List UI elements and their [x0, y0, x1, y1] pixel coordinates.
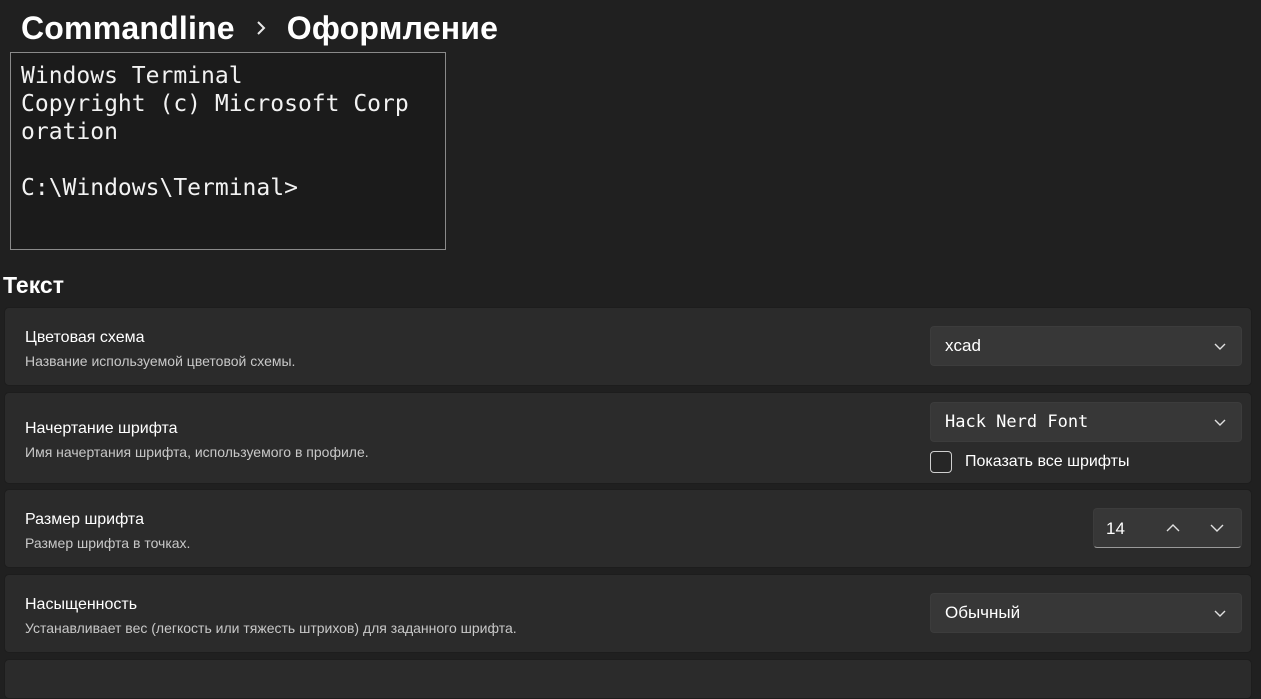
breadcrumb-current: Оформление: [286, 9, 499, 46]
chevron-down-icon[interactable]: [1209, 521, 1225, 535]
breadcrumb: Commandline Оформление: [21, 6, 498, 50]
color-scheme-dropdown[interactable]: xcad: [930, 326, 1242, 366]
show-all-fonts-checkbox[interactable]: [930, 451, 952, 473]
setting-description: Размер шрифта в точках.: [25, 535, 191, 551]
dropdown-value: Hack Nerd Font: [945, 412, 1089, 432]
dropdown-value: xcad: [945, 336, 981, 355]
setting-next-card: [4, 659, 1252, 699]
chevron-down-icon: [1214, 419, 1226, 426]
dropdown-value: Обычный: [945, 603, 1021, 622]
font-weight-dropdown[interactable]: Обычный: [930, 593, 1242, 633]
setting-color-scheme: Цветовая схема Название используемой цве…: [4, 307, 1252, 386]
setting-label: Размер шрифта: [25, 511, 144, 528]
terminal-preview: Windows Terminal Copyright (c) Microsoft…: [10, 52, 446, 250]
setting-description: Имя начертания шрифта, используемого в п…: [25, 444, 369, 460]
setting-label: Цветовая схема: [25, 329, 145, 346]
setting-font-weight: Насыщенность Устанавливает вес (легкость…: [4, 574, 1252, 653]
font-size-value[interactable]: 14: [1106, 519, 1125, 539]
setting-description: Название используемой цветовой схемы.: [25, 353, 296, 369]
show-all-fonts-option[interactable]: Показать все шрифты: [930, 451, 1129, 473]
setting-font-size: Размер шрифта Размер шрифта в точках. 14: [4, 489, 1252, 568]
setting-description: Устанавливает вес (легкость или тяжесть …: [25, 620, 517, 636]
show-all-fonts-label: Показать все шрифты: [965, 453, 1130, 470]
font-size-stepper[interactable]: 14: [1093, 508, 1242, 548]
breadcrumb-root[interactable]: Commandline: [21, 10, 235, 47]
chevron-right-icon: [255, 21, 267, 35]
setting-font-face: Начертание шрифта Имя начертания шрифта,…: [4, 392, 1252, 484]
chevron-down-icon: [1214, 610, 1226, 617]
chevron-up-icon[interactable]: [1165, 521, 1181, 535]
chevron-down-icon: [1214, 343, 1226, 350]
setting-label: Начертание шрифта: [25, 420, 178, 437]
section-title: Текст: [3, 272, 64, 298]
font-face-dropdown[interactable]: Hack Nerd Font: [930, 402, 1242, 442]
setting-label: Насыщенность: [25, 596, 138, 613]
